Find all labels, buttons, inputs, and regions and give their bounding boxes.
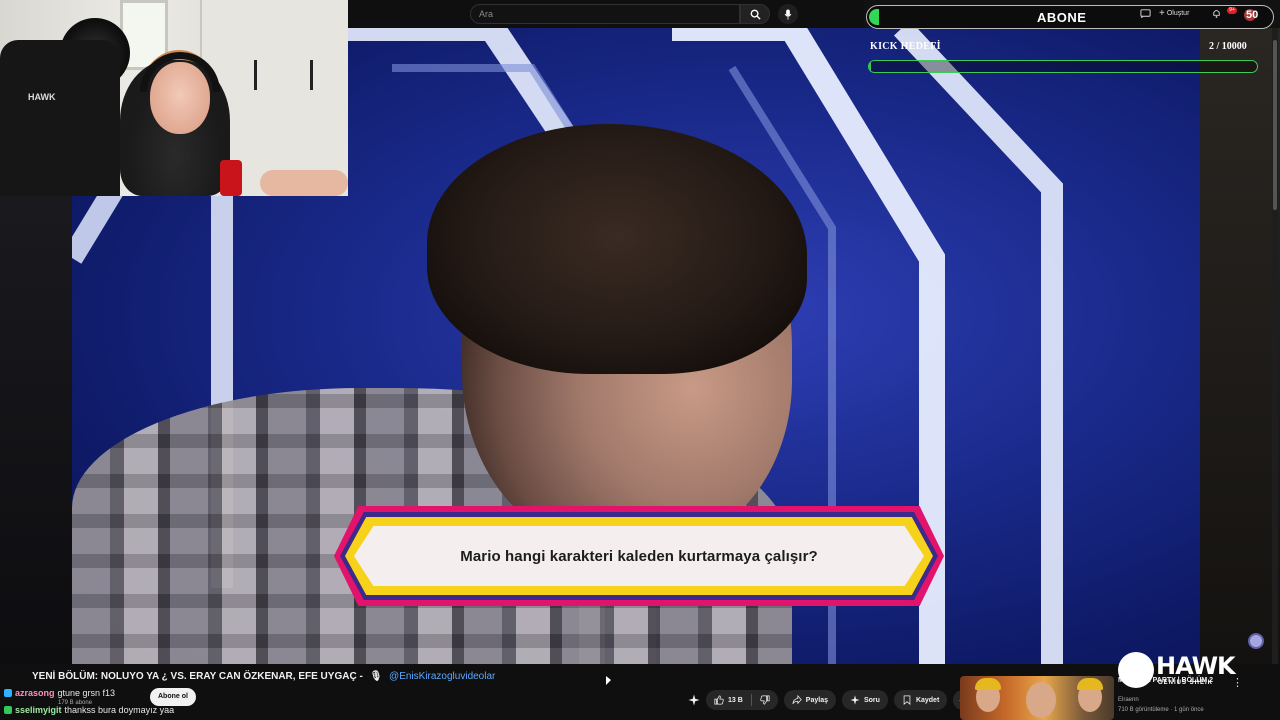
red-mug [220,160,242,196]
scrollbar-thumb[interactable] [1273,40,1277,210]
microphone-emoji-icon: 🎙 [369,671,383,682]
create-button[interactable]: + Oluştur [1159,8,1189,19]
thumbnail-helmet [975,678,1001,690]
bookmark-icon [903,695,911,705]
quiz-question-text: Mario hangi karakteri kaleden kurtarmaya… [460,547,818,565]
recommended-video-meta: 710 B görüntüleme · 1 gün önce [1118,707,1204,713]
share-icon [792,695,802,705]
video-title: YENİ BÖLÜM: NOLUYO YA ¿ VS. ERAY CAN ÖZK… [32,671,495,682]
subscribe-button[interactable]: Abone ol [150,688,196,706]
left-background [0,196,72,664]
header-actions: + Oluştur [1140,8,1222,19]
thumbnail-face [1026,682,1056,718]
chat-text: gtune grsn f13 [57,688,116,698]
like-count: 13 B [728,696,743,704]
abone-count: 50 [1246,9,1259,21]
chat-message: sselimyigit thankss bura doymayız yaa [4,705,174,715]
abone-progress-fill [869,9,879,25]
search-input[interactable] [479,7,729,21]
brand-tagline: GENIUS SHEIK [1158,680,1214,686]
screen: Mario hangi karakteri kaleden kurtarmaya… [0,0,1280,720]
create-label: Oluştur [1166,10,1190,17]
ask-button[interactable]: Soru [841,690,888,710]
video-info-bar: YENİ BÖLÜM: NOLUYO YA ¿ VS. ERAY CAN ÖZK… [0,664,1280,720]
top-bar [348,0,864,28]
chat-text: thankss bura doymayız yaa [64,705,175,715]
streamer-arm [260,170,348,196]
chat-badge-icon [4,706,12,714]
abone-label: ABONE [1037,10,1087,25]
notification-badge: 9+ [1227,7,1237,14]
gaming-chair: HAWK [0,40,120,196]
sparkle-ask-icon [850,695,860,705]
hawk-logo-icon [1118,652,1154,688]
chair-logo: HAWK [28,92,56,102]
search-box [470,4,740,24]
cast-icon[interactable] [1140,8,1151,19]
brand-name: HAWK [1156,652,1236,680]
channel-watermark-icon[interactable] [1248,633,1264,649]
share-button[interactable]: Paylaş [783,690,836,710]
kick-goal-progress-bar [868,60,1258,73]
video-title-text: YENİ BÖLÜM: NOLUYO YA ¿ VS. ERAY CAN ÖZK… [32,671,363,682]
kick-goal-count: 2 / 10000 [1209,41,1247,52]
chat-username[interactable]: azrasong [15,688,55,698]
thumbnail-helmet [1077,678,1103,690]
chat-message: azrasong gtune grsn f13 [4,688,115,698]
channel-mention-link[interactable]: @EnisKirazogluvideolar [389,671,495,682]
hawk-logo: HAWK GENIUS SHEIK [1118,652,1236,688]
share-label: Paylaş [805,696,828,704]
save-button[interactable]: Kaydet [893,690,948,710]
sparkle-icon[interactable] [688,694,700,706]
search-button[interactable] [740,4,770,24]
mouse-cursor-icon [606,676,611,685]
like-button[interactable]: 13 B [706,690,778,710]
thumbs-up-icon [714,695,724,705]
save-label: Kaydet [915,696,940,704]
plus-icon: + [1159,8,1165,19]
chat-username[interactable]: sselimyigit [15,705,62,715]
kick-goal-label: KICK HEDEFİ [870,41,941,52]
recommended-video-thumbnail[interactable] [960,676,1114,720]
video-actions: 13 B Paylaş Soru Kaydet ··· [688,690,974,710]
chat-badge-icon [4,689,12,697]
right-background [1200,28,1280,664]
quiz-question-banner: Mario hangi karakteri kaleden kurtarmaya… [334,506,944,606]
kick-goal-progress-fill [869,61,872,72]
voice-search-button[interactable] [778,4,798,24]
ask-label: Soru [863,696,880,704]
webcam-overlay: HAWK [0,0,348,196]
microphone-icon [784,8,792,20]
bell-icon[interactable] [1211,8,1222,19]
recommended-video-channel[interactable]: Elraenn [1118,697,1139,703]
thumbs-down-icon[interactable] [760,695,770,705]
search-icon [750,9,761,20]
